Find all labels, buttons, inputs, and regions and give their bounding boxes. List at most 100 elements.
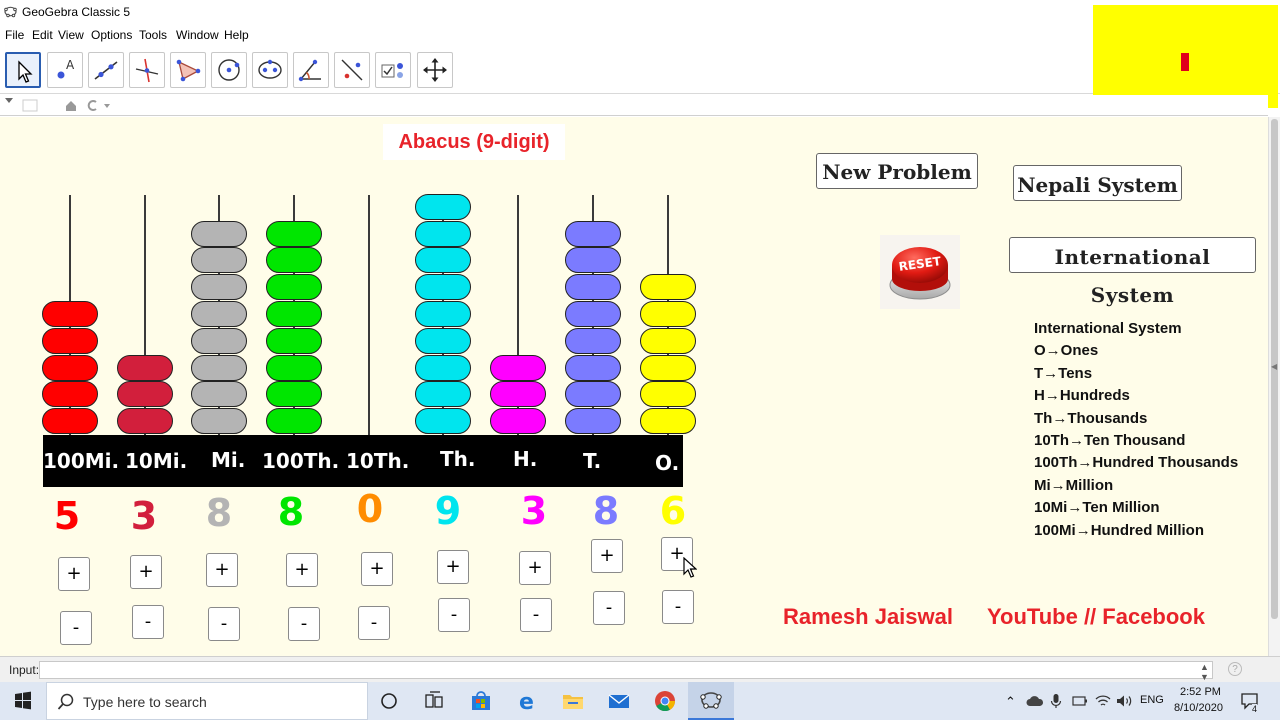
line-tool-button[interactable] [88,52,124,88]
geogebra-taskbar-icon [700,692,722,709]
abacus-bead [266,247,322,274]
taskbar-geogebra-active[interactable] [688,682,734,720]
abacus-bead [117,354,173,381]
scroll-arrow-icon[interactable]: ◀ [1271,362,1277,371]
increment-button[interactable]: + [361,552,393,586]
start-button[interactable] [0,682,46,720]
decrement-button[interactable]: - [593,591,625,625]
decrement-button[interactable]: - [438,598,470,632]
increment-button[interactable]: + [286,553,318,587]
abacus-bead [565,220,621,247]
input-bar: Input: ▲ ▼ ? [0,656,1280,682]
decrement-button[interactable]: - [358,606,390,640]
perpendicular-icon [135,58,159,83]
input-history-dropdown-icon[interactable]: ▲ ▼ [1200,662,1209,682]
store-icon[interactable] [468,688,494,714]
graphics-view-icon[interactable] [22,99,38,112]
increment-button[interactable]: + [519,551,551,585]
reset-button[interactable]: RESET [880,235,960,309]
abacus-bead [490,408,546,435]
abacus-bead [266,220,322,247]
digit-value: 8 [205,491,233,535]
microphone-icon[interactable] [1050,693,1062,709]
abacus-bead [266,408,322,435]
digit-value: 8 [277,490,305,534]
place-value-label: Mi. [211,448,246,472]
legend-item: 100Mi→Hundred Million [1034,521,1205,539]
file-explorer-icon[interactable] [560,688,586,714]
increment-button[interactable]: + [437,550,469,584]
increment-button[interactable]: + [206,553,238,587]
social-credit: YouTube // Facebook [987,604,1205,629]
author-credit: Ramesh Jaiswal [783,604,953,629]
home-icon[interactable] [64,99,78,112]
menu-options[interactable]: Options [91,28,132,42]
decrement-button[interactable]: - [208,607,240,641]
page-title: Abacus (9-digit) [383,124,565,160]
menu-file[interactable]: File [5,28,24,42]
abacus-bead [191,301,247,327]
digit-value: 0 [356,487,384,531]
international-system-button[interactable]: International System [1009,237,1256,307]
conic-tool-button[interactable] [252,52,288,88]
rotate-view-icon[interactable] [86,99,112,112]
angle-icon [298,59,321,82]
decrement-button[interactable]: - [60,611,92,645]
abacus-bead [191,274,247,301]
onedrive-icon[interactable] [1026,695,1044,707]
menu-view[interactable]: View [58,28,84,42]
right-scrollbar[interactable]: ◀ [1268,117,1280,656]
legend-item: H→Hundreds [1034,387,1130,405]
taskbar-search-box[interactable]: Type here to search [46,682,368,720]
menu-tools[interactable]: Tools [139,28,167,42]
perpendicular-line-tool-button[interactable] [129,52,165,88]
input-field[interactable] [39,661,1213,679]
increment-button[interactable]: + [130,555,162,589]
decrement-button[interactable]: - [288,607,320,641]
abacus-bead [640,301,696,327]
angle-tool-button[interactable] [293,52,329,88]
place-value-label: O. [655,451,680,475]
abacus-bead [565,381,621,408]
legend-item: T→Tens [1034,364,1093,382]
window-title: GeoGebra Classic 5 [22,5,131,19]
move-tool-button[interactable] [5,52,41,88]
mail-icon[interactable] [606,688,632,714]
circle-tool-button[interactable] [211,52,247,88]
increment-button[interactable]: + [58,557,90,591]
task-view-icon[interactable] [421,688,447,714]
point-tool-button[interactable]: A [47,52,83,88]
new-problem-button[interactable]: New Problem [816,153,978,189]
move-graphics-view-tool-button[interactable] [417,52,453,88]
digit-value: 8 [592,489,620,533]
battery-icon[interactable] [1072,694,1088,708]
input-help-icon[interactable]: ? [1228,662,1242,676]
abacus-bead [415,381,471,408]
decrement-button[interactable]: - [132,605,164,639]
language-indicator[interactable]: ENG [1140,694,1164,706]
volume-icon[interactable] [1116,694,1134,708]
menu-window[interactable]: Window [176,28,219,42]
decrement-button[interactable]: - [520,598,552,632]
slider-checkbox-tool-button[interactable] [375,52,411,88]
chrome-icon[interactable] [652,688,678,714]
polygon-tool-button[interactable] [170,52,206,88]
nepali-system-button[interactable]: Nepali System [1013,165,1182,201]
legend-item: 10Th→Ten Thousand [1034,431,1186,449]
menu-help[interactable]: Help [224,28,249,42]
clock-time[interactable]: 2:52 PM [1180,686,1221,698]
reflect-tool-button[interactable] [334,52,370,88]
edge-browser-icon[interactable]: e [515,688,541,714]
place-value-label: 100Th. [262,449,340,473]
decrement-button[interactable]: - [662,590,694,624]
increment-button[interactable]: + [591,539,623,573]
cortana-icon[interactable] [376,688,402,714]
wifi-icon[interactable] [1095,694,1111,708]
legend-item: 100Th→Hundred Thousands [1034,454,1239,472]
collapse-triangle-icon[interactable] [4,97,14,105]
move-cross-icon [423,58,447,82]
polygon-icon [176,59,201,82]
menu-edit[interactable]: Edit [32,28,53,42]
clock-date[interactable]: 8/10/2020 [1174,702,1223,714]
tray-chevron-icon[interactable]: ⌃ [1005,694,1016,710]
